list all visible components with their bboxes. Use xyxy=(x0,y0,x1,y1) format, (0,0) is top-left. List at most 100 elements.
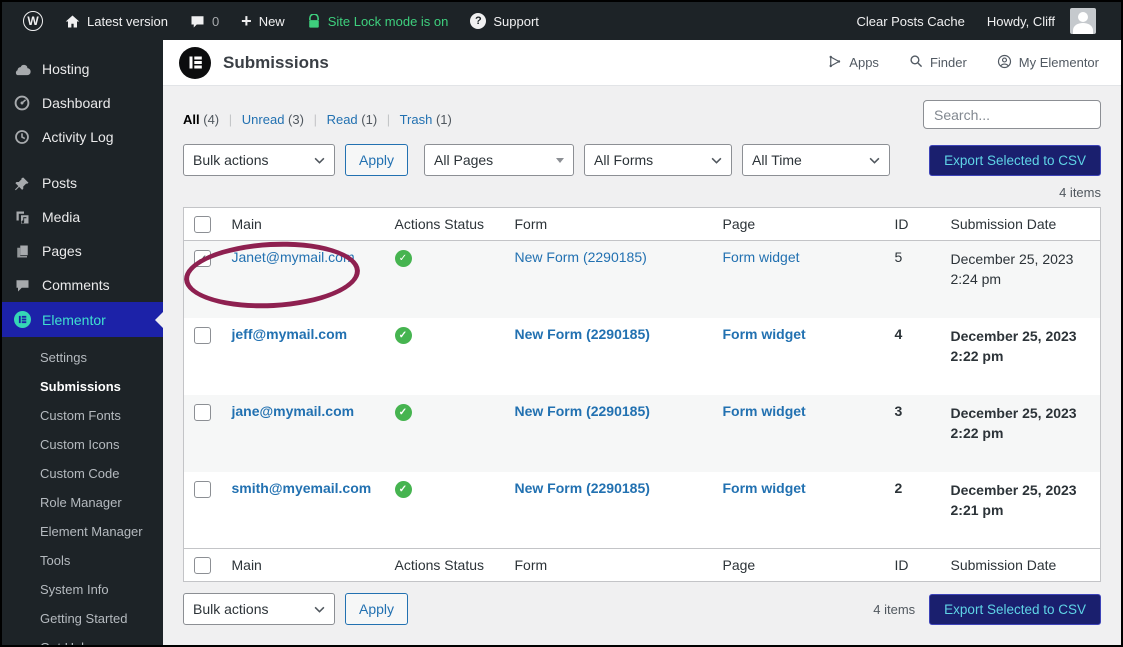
column-footer-page: Page xyxy=(713,549,885,582)
submenu-item-submissions[interactable]: Submissions xyxy=(2,372,163,401)
site-lock-status[interactable]: Site Lock mode is on xyxy=(296,2,460,40)
finder-link[interactable]: Finder xyxy=(909,54,967,71)
clear-posts-cache-button[interactable]: Clear Posts Cache xyxy=(845,2,975,40)
submission-main-link[interactable]: jane@mymail.com xyxy=(232,403,355,419)
submenu-item-custom-fonts[interactable]: Custom Fonts xyxy=(2,401,163,430)
sidebar-item-media[interactable]: Media xyxy=(2,200,163,234)
wordpress-logo-menu[interactable]: W xyxy=(12,2,54,40)
submission-time: 2:22 pm xyxy=(951,423,1091,443)
submission-time: 2:24 pm xyxy=(951,269,1091,289)
comments-menu[interactable]: 0 xyxy=(179,2,230,40)
page-link[interactable]: Form widget xyxy=(723,403,806,419)
apps-label: Apps xyxy=(849,55,879,70)
submenu-item-system-info[interactable]: System Info xyxy=(2,575,163,604)
sidebar-item-label: Posts xyxy=(42,175,77,191)
submission-main-link[interactable]: Janet@mymail.com xyxy=(232,249,355,265)
filter-all[interactable]: All xyxy=(183,112,200,127)
triangle-down-icon xyxy=(556,158,564,163)
submission-main-link[interactable]: smith@myemail.com xyxy=(232,480,372,496)
filter-unread-count: (3) xyxy=(288,112,304,127)
sidebar-item-comments[interactable]: Comments xyxy=(2,268,163,302)
my-elementor-link[interactable]: My Elementor xyxy=(997,54,1099,72)
row-checkbox[interactable] xyxy=(194,327,211,344)
form-link[interactable]: New Form (2290185) xyxy=(515,403,650,419)
export-csv-button-bottom[interactable]: Export Selected to CSV xyxy=(929,594,1101,625)
submission-main-link[interactable]: jeff@mymail.com xyxy=(232,326,348,342)
table-footer-row: Main Actions Status Form Page ID Submiss… xyxy=(184,549,1101,582)
all-time-select[interactable]: All Time xyxy=(742,144,890,176)
select-all-checkbox[interactable] xyxy=(194,216,211,233)
success-status-icon: ✓ xyxy=(395,250,412,267)
search-icon xyxy=(909,54,923,71)
submenu-item-getting-started[interactable]: Getting Started xyxy=(2,604,163,633)
column-footer-main[interactable]: Main xyxy=(222,549,385,582)
submenu-item-role-manager[interactable]: Role Manager xyxy=(2,488,163,517)
site-name-menu[interactable]: Latest version xyxy=(54,2,179,40)
sidebar-item-posts[interactable]: Posts xyxy=(2,166,163,200)
row-checkbox[interactable] xyxy=(194,404,211,421)
submenu-item-tools[interactable]: Tools xyxy=(2,546,163,575)
sidebar-item-hosting[interactable]: Hosting xyxy=(2,52,163,86)
sidebar-item-label: Comments xyxy=(42,277,110,293)
site-name-label: Latest version xyxy=(87,14,168,29)
form-link[interactable]: New Form (2290185) xyxy=(515,249,647,265)
column-header-id[interactable]: ID xyxy=(885,208,941,241)
new-content-menu[interactable]: + New xyxy=(230,2,296,40)
pushpin-icon xyxy=(12,176,32,191)
page-link[interactable]: Form widget xyxy=(723,249,800,265)
apps-link[interactable]: Apps xyxy=(827,54,879,72)
cloud-icon xyxy=(12,63,32,76)
lock-icon xyxy=(307,14,321,29)
submission-date: December 25, 2023 xyxy=(951,326,1091,346)
table-row: ✓ Janet@mymail.com ✓ New Form (2290185) … xyxy=(184,241,1101,318)
filter-trash[interactable]: Trash xyxy=(400,112,433,127)
comments-count: 0 xyxy=(212,14,219,29)
top-toolbar: Bulk actions Apply All Pages All Forms A… xyxy=(183,144,1101,176)
submenu-item-element-manager[interactable]: Element Manager xyxy=(2,517,163,546)
page-link[interactable]: Form widget xyxy=(723,326,806,342)
apply-button[interactable]: Apply xyxy=(345,144,408,176)
column-header-submission-date[interactable]: Submission Date xyxy=(941,208,1101,241)
submenu-item-settings[interactable]: Settings xyxy=(2,343,163,372)
page-header: Submissions Apps Finder My Elementor xyxy=(163,40,1121,86)
media-icon xyxy=(12,210,32,225)
filter-unread[interactable]: Unread xyxy=(242,112,285,127)
page-title: Submissions xyxy=(223,53,329,73)
submenu-item-get-help[interactable]: Get Help xyxy=(2,633,163,647)
column-footer-submission-date[interactable]: Submission Date xyxy=(941,549,1101,582)
support-label: Support xyxy=(493,14,539,29)
sidebar-item-elementor[interactable]: Elementor xyxy=(2,302,163,337)
column-header-main[interactable]: Main xyxy=(222,208,385,241)
chevron-down-icon xyxy=(711,157,722,164)
form-link[interactable]: New Form (2290185) xyxy=(515,480,650,496)
search-input[interactable] xyxy=(923,100,1101,129)
chevron-down-icon xyxy=(869,157,880,164)
bulk-actions-select-bottom[interactable]: Bulk actions xyxy=(183,593,335,625)
export-csv-button[interactable]: Export Selected to CSV xyxy=(929,145,1101,176)
submission-id: 2 xyxy=(885,472,941,549)
all-forms-select[interactable]: All Forms xyxy=(584,144,732,176)
all-pages-select[interactable]: All Pages xyxy=(424,144,574,176)
sidebar-item-activity-log[interactable]: Activity Log xyxy=(2,120,163,154)
support-menu[interactable]: ? Support xyxy=(459,2,550,40)
dashboard-gauge-icon xyxy=(12,95,32,111)
row-checkbox-checked[interactable]: ✓ xyxy=(194,250,211,267)
filter-read-count: (1) xyxy=(361,112,377,127)
submission-date: December 25, 2023 xyxy=(951,480,1091,500)
column-footer-id[interactable]: ID xyxy=(885,549,941,582)
apply-button-bottom[interactable]: Apply xyxy=(345,593,408,625)
page-link[interactable]: Form widget xyxy=(723,480,806,496)
chevron-down-icon xyxy=(314,157,325,164)
submenu-item-custom-icons[interactable]: Custom Icons xyxy=(2,430,163,459)
filter-read[interactable]: Read xyxy=(327,112,358,127)
row-checkbox[interactable] xyxy=(194,481,211,498)
select-all-checkbox[interactable] xyxy=(194,557,211,574)
sidebar-separator xyxy=(2,154,163,166)
sidebar-item-dashboard[interactable]: Dashboard xyxy=(2,86,163,120)
form-link[interactable]: New Form (2290185) xyxy=(515,326,650,342)
submenu-item-custom-code[interactable]: Custom Code xyxy=(2,459,163,488)
bulk-actions-select[interactable]: Bulk actions xyxy=(183,144,335,176)
sidebar-item-pages[interactable]: Pages xyxy=(2,234,163,268)
comments-bubble-icon xyxy=(190,14,205,29)
my-account-menu[interactable]: Howdy, Cliff xyxy=(976,2,1107,40)
